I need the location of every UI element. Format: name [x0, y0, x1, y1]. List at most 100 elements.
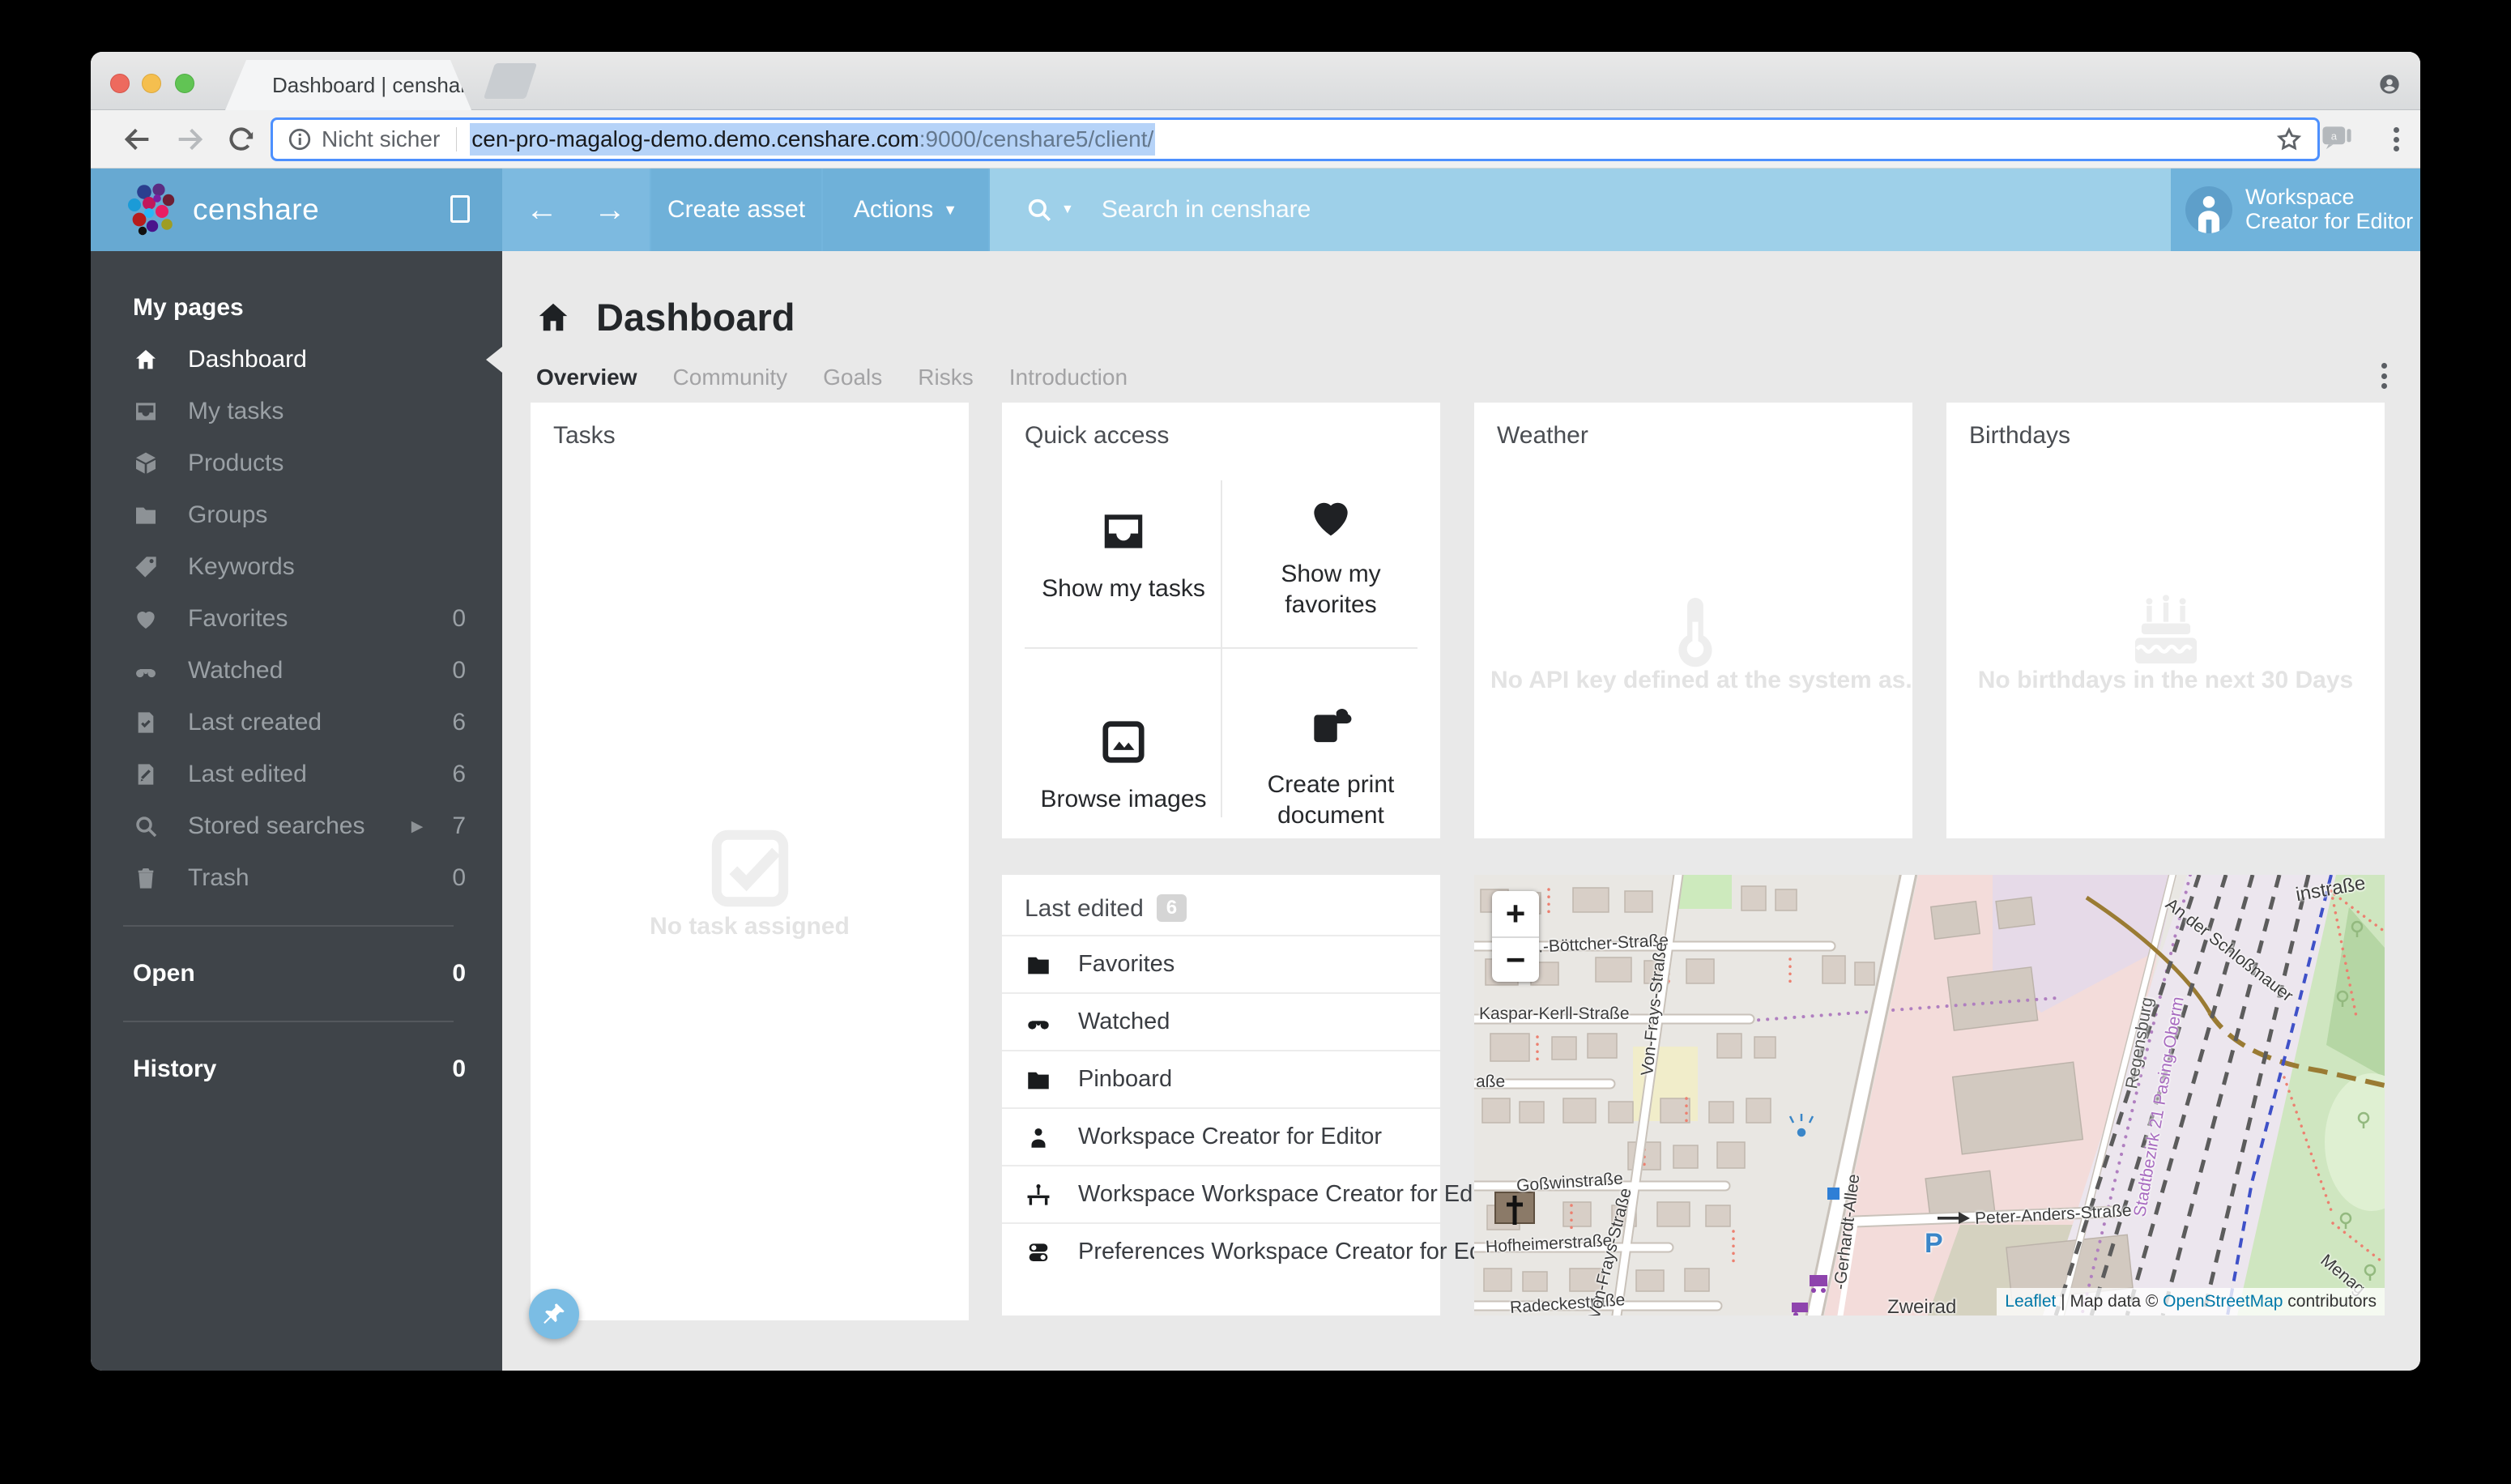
sidebar-item-trash[interactable]: Trash 0 [91, 852, 502, 904]
main-area: My pages Dashboard My tasks Products Gro… [91, 251, 2420, 1371]
browser-tab[interactable]: Dashboard | censhare Web × [225, 60, 471, 110]
global-search[interactable]: ▼ [990, 168, 2171, 251]
list-item-workspace[interactable]: Workspace Creator for Editor [1002, 1107, 1440, 1165]
actions-button[interactable]: Actions ▼ [823, 168, 988, 251]
sidebar-item-groups[interactable]: Groups [91, 489, 502, 541]
sidebar-item-dashboard[interactable]: Dashboard [91, 334, 502, 386]
user-name: Workspace Creator for Editor [2245, 186, 2420, 233]
last-edited-rows: Favorites Watched Pinboard Workspace Cre… [1002, 935, 1440, 1280]
search-input[interactable] [1102, 196, 1831, 224]
sidebar-divider [123, 1021, 454, 1022]
list-item-workspace-workspace[interactable]: Workspace Workspace Creator for Editor [1002, 1165, 1440, 1222]
sidebar-item-products[interactable]: Products [91, 437, 502, 489]
card-title: Tasks [553, 422, 616, 450]
card-title: Last edited6 [1025, 894, 1187, 923]
sidebar-item-stored-searches[interactable]: Stored searches ▶ 7 [91, 800, 502, 852]
image-icon [1098, 717, 1149, 767]
fullscreen-window-button[interactable] [175, 74, 194, 93]
task-check-icon [706, 824, 795, 913]
church-icon [1495, 1192, 1534, 1225]
nav-back-icon[interactable]: ← [526, 194, 558, 226]
quick-access-show-my-tasks[interactable]: Show my tasks [1026, 506, 1221, 604]
sidebar-item-watched[interactable]: Watched 0 [91, 645, 502, 697]
tasks-card: Tasks No task assigned [531, 403, 969, 1320]
weather-card: Weather No API key defined at the system… [1474, 403, 1912, 838]
sidebar-item-history[interactable]: History 0 [91, 1043, 502, 1095]
browser-profile-icon[interactable] [2378, 73, 2401, 96]
bookmark-star-icon[interactable] [2275, 126, 2303, 153]
map-card: Dr.-Böttcher-Straße Von-Frays-Straße Kas… [1474, 875, 2385, 1316]
address-bar[interactable]: Nicht sicher cen-pro-magalog-demo.demo.c… [271, 117, 2320, 161]
censhare-logo-area[interactable]: censhare [91, 168, 502, 251]
tab-introduction[interactable]: Introduction [1009, 365, 1128, 390]
list-item-watched[interactable]: Watched [1002, 992, 1440, 1050]
url-text[interactable]: cen-pro-magalog-demo.demo.censhare.com:9… [470, 123, 1155, 156]
sidebar-item-last-edited[interactable]: Last edited 6 [91, 748, 502, 800]
quick-access-create-print-document[interactable]: Create print document [1234, 702, 1428, 830]
more-options-icon[interactable] [2378, 358, 2390, 394]
tab-overview[interactable]: Overview [536, 365, 637, 390]
close-window-button[interactable] [110, 74, 130, 93]
new-tab-button[interactable] [484, 63, 537, 99]
empty-state-text: No task assigned [531, 913, 969, 940]
map-zoom-control: + − [1492, 891, 1539, 982]
card-title: Quick access [1025, 422, 1169, 450]
svg-text:a: a [2331, 130, 2338, 142]
search-icon [133, 813, 159, 839]
create-asset-button[interactable]: Create asset [651, 168, 821, 251]
home-icon [535, 299, 572, 336]
list-item-pinboard[interactable]: Pinboard [1002, 1050, 1440, 1107]
inbox-icon [133, 399, 159, 424]
nav-forward-icon[interactable]: → [594, 194, 626, 226]
browser-menu-icon[interactable] [2391, 123, 2401, 156]
poi-label: Zweirad [1887, 1296, 1956, 1316]
card-title: Birthdays [1969, 422, 2070, 450]
tag-icon [133, 554, 159, 580]
forward-icon[interactable] [173, 123, 206, 156]
url-domain: cen-pro-magalog-demo.demo.censhare.com [471, 126, 919, 151]
page-title: Dashboard [596, 295, 795, 339]
sidebar-item-my-tasks[interactable]: My tasks [91, 386, 502, 437]
collapse-sidebar-icon[interactable] [450, 195, 470, 223]
security-status[interactable]: Nicht sicher [322, 126, 440, 152]
expand-arrow-icon[interactable]: ▶ [411, 817, 424, 836]
page-info-icon[interactable] [288, 127, 312, 151]
zoom-out-button[interactable]: − [1492, 936, 1539, 982]
leaflet-map[interactable]: Dr.-Böttcher-Straße Von-Frays-Straße Kas… [1474, 875, 2385, 1316]
back-icon[interactable] [122, 123, 154, 156]
sidebar-item-last-created[interactable]: Last created 6 [91, 697, 502, 748]
heart-icon [1306, 492, 1356, 542]
page-header: Dashboard [535, 295, 795, 339]
tab-goals[interactable]: Goals [823, 365, 882, 390]
sidebar-item-keywords[interactable]: Keywords [91, 541, 502, 593]
person-icon [1025, 1124, 1052, 1151]
osm-link[interactable]: OpenStreetMap [2163, 1292, 2283, 1311]
tab-close-icon[interactable]: × [539, 73, 552, 98]
search-scope-caret-icon[interactable]: ▼ [1061, 203, 1074, 217]
sidebar-item-open[interactable]: Open 0 [91, 948, 502, 1000]
leaflet-link[interactable]: Leaflet [2005, 1292, 2056, 1311]
empty-state-text: No birthdays in the next 30 Days [1946, 667, 2385, 694]
user-menu[interactable]: Workspace Creator for Editor [2171, 168, 2420, 251]
reload-icon[interactable] [225, 123, 258, 156]
birthdays-card: Birthdays No birthdays in the next 30 Da… [1946, 403, 2385, 838]
sidebar-item-favorites[interactable]: Favorites 0 [91, 593, 502, 645]
pinboard-fab-button[interactable] [529, 1289, 579, 1339]
quick-access-show-my-favorites[interactable]: Show my favorites [1234, 492, 1428, 620]
tab-risks[interactable]: Risks [918, 365, 973, 390]
zoom-in-button[interactable]: + [1492, 891, 1539, 936]
folder-icon [1025, 1066, 1052, 1094]
thermometer-icon [1655, 593, 1732, 670]
quick-access-browse-images[interactable]: Browse images [1026, 717, 1221, 815]
active-item-notch [486, 347, 502, 373]
tab-community[interactable]: Community [673, 365, 788, 390]
history-nav: ← → [502, 168, 650, 251]
inbox-icon [1098, 506, 1149, 556]
browser-tab-strip: Dashboard | censhare Web × [91, 52, 2420, 110]
minimize-window-button[interactable] [142, 74, 161, 93]
search-icon[interactable] [1025, 196, 1053, 224]
extension-cast-icon[interactable]: a [2321, 125, 2352, 152]
list-item-preferences-workspace[interactable]: Preferences Workspace Creator for Editor [1002, 1222, 1440, 1280]
document-check-icon [133, 710, 159, 736]
list-item-favorites[interactable]: Favorites [1002, 935, 1440, 992]
